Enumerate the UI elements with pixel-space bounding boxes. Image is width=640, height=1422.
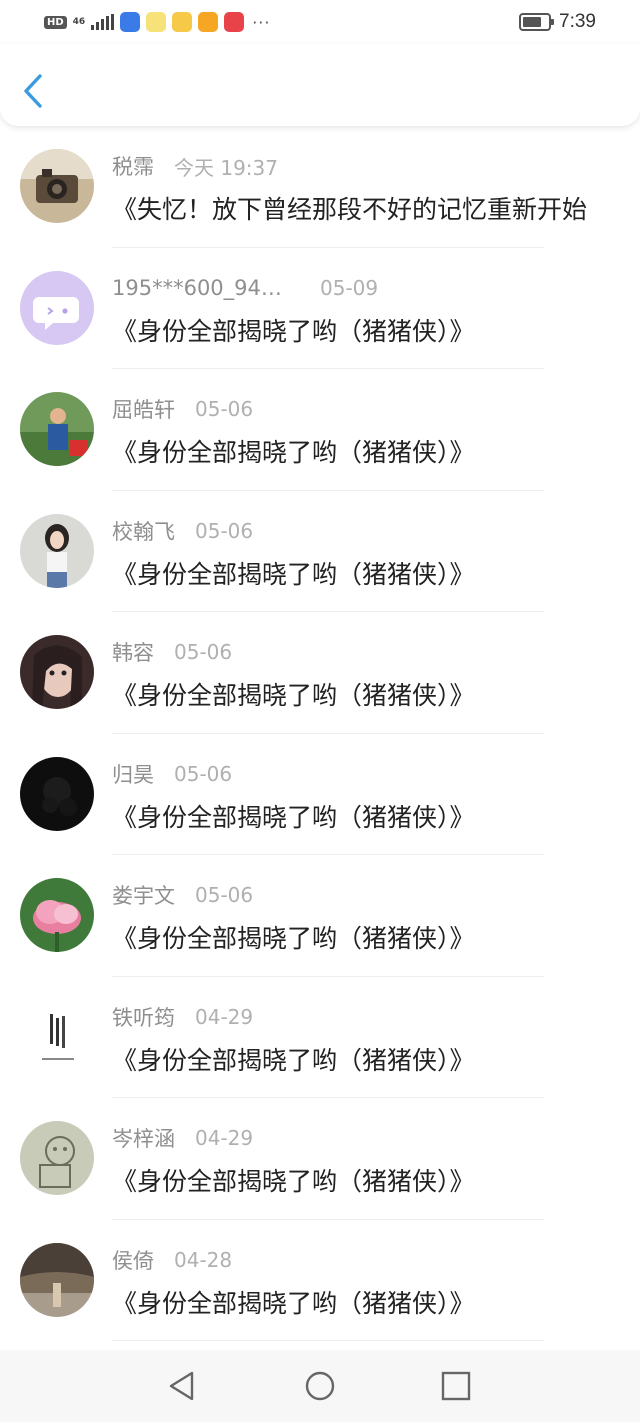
comment-time: 今天 19:37 bbox=[174, 155, 278, 180]
comment-time: 05-06 bbox=[174, 640, 233, 664]
user-name: 岑梓涵 bbox=[112, 1127, 175, 1151]
list-item[interactable]: 校翰飞 05-06 《身份全部揭晓了哟（猪猪侠）》 bbox=[0, 491, 640, 613]
avatar[interactable] bbox=[20, 756, 94, 831]
list-item[interactable]: 铁听筠 04-29 《身份全部揭晓了哟（猪猪侠）》 bbox=[0, 977, 640, 1099]
comment-title: 《身份全部揭晓了哟（猪猪侠）》 bbox=[112, 438, 475, 467]
comment-time: 04-29 bbox=[195, 1004, 254, 1029]
user-name: 校翰飞 bbox=[112, 519, 175, 544]
square-recents-icon bbox=[441, 1371, 471, 1401]
system-back-button[interactable] bbox=[166, 1370, 198, 1402]
user-name: 韩容 bbox=[112, 641, 154, 665]
comment-title: 《身份全部揭晓了哟（猪猪侠）》 bbox=[112, 1288, 475, 1318]
comment-meta: 侯倚 04-28 bbox=[112, 1246, 232, 1274]
status-bar: HD 46 ··· 7:39 bbox=[0, 0, 640, 44]
app-notification-icon bbox=[146, 12, 167, 32]
signal-icon bbox=[91, 14, 115, 30]
comment-meta: 岑梓涵 04-29 bbox=[112, 1124, 253, 1152]
avatar[interactable] bbox=[20, 635, 94, 709]
comment-time: 05-09 bbox=[320, 275, 379, 300]
comment-title: 《身份全部揭晓了哟（猪猪侠）》 bbox=[112, 1167, 475, 1196]
comment-meta: 校翰飞 05-06 bbox=[112, 517, 253, 545]
comment-time: 04-29 bbox=[195, 1126, 254, 1150]
comment-meta: 归昊 05-06 bbox=[112, 760, 232, 788]
comment-time: 05-06 bbox=[195, 518, 254, 543]
clock: 7:39 bbox=[559, 11, 596, 32]
comment-title: 《身份全部揭晓了哟（猪猪侠）》 bbox=[112, 681, 475, 710]
user-name: 侯倚 bbox=[112, 1248, 154, 1273]
avatar[interactable] bbox=[20, 149, 94, 223]
comment-time: 05-06 bbox=[195, 883, 254, 907]
system-recents-button[interactable] bbox=[440, 1370, 472, 1402]
chevron-left-icon bbox=[24, 74, 42, 108]
more-notifications-icon: ··· bbox=[252, 12, 271, 32]
system-home-button[interactable] bbox=[304, 1370, 336, 1402]
avatar[interactable] bbox=[20, 513, 94, 588]
triangle-back-icon bbox=[169, 1371, 194, 1401]
comment-title: 《身份全部揭晓了哟（猪猪侠）》 bbox=[112, 924, 475, 953]
app-notification-icon bbox=[120, 12, 141, 32]
avatar[interactable] bbox=[20, 1242, 94, 1317]
weibo-icon bbox=[172, 12, 193, 32]
list-item[interactable]: 归昊 05-06 《身份全部揭晓了哟（猪猪侠）》 bbox=[0, 734, 640, 856]
list-item[interactable]: 侯倚 04-28 《身份全部揭晓了哟（猪猪侠）》 bbox=[0, 1220, 640, 1342]
list-item[interactable]: 屈皓轩 05-06 《身份全部揭晓了哟（猪猪侠）》 bbox=[0, 369, 640, 491]
user-name: 195***600_944... bbox=[112, 275, 292, 300]
circle-home-icon bbox=[305, 1371, 335, 1401]
back-button[interactable] bbox=[18, 70, 52, 112]
app-notification-icon bbox=[224, 12, 245, 32]
list-item[interactable]: 岑梓涵 04-29 《身份全部揭晓了哟（猪猪侠）》 bbox=[0, 1098, 640, 1220]
user-name: 铁听筠 bbox=[112, 1005, 175, 1030]
status-left: HD 46 ··· bbox=[44, 10, 270, 34]
comment-meta: 屈皓轩 05-06 bbox=[112, 395, 253, 423]
comment-meta: 税霈 今天 19:37 bbox=[112, 152, 278, 180]
network-type: 46 bbox=[72, 16, 86, 27]
avatar[interactable] bbox=[20, 1121, 94, 1195]
comment-list: 税霈 今天 19:37 《失忆！放下曾经那段不好的记忆重新开始 195***60… bbox=[0, 126, 640, 1341]
comment-time: 05-06 bbox=[195, 397, 254, 421]
comment-time: 04-28 bbox=[174, 1247, 233, 1272]
user-name: 屈皓轩 bbox=[112, 398, 175, 422]
comment-title: 《失忆！放下曾经那段不好的记忆重新开始 bbox=[112, 195, 588, 224]
battery-icon bbox=[519, 13, 555, 31]
hd-badge: HD bbox=[44, 15, 67, 29]
comment-title: 《身份全部揭晓了哟（猪猪侠）》 bbox=[112, 802, 475, 832]
comment-meta: 娄宇文 05-06 bbox=[112, 881, 253, 909]
comment-title: 《身份全部揭晓了哟（猪猪侠）》 bbox=[112, 316, 475, 346]
comment-title: 《身份全部揭晓了哟（猪猪侠）》 bbox=[112, 559, 475, 589]
avatar[interactable] bbox=[20, 999, 94, 1074]
comment-time: 05-06 bbox=[174, 761, 233, 786]
user-name: 归昊 bbox=[112, 762, 154, 787]
list-item[interactable]: 税霈 今天 19:37 《失忆！放下曾经那段不好的记忆重新开始 bbox=[0, 126, 640, 248]
list-item[interactable]: 195***600_944... 05-09 《身份全部揭晓了哟（猪猪侠）》 bbox=[0, 248, 640, 370]
list-item[interactable]: 韩容 05-06 《身份全部揭晓了哟（猪猪侠）》 bbox=[0, 612, 640, 734]
comment-meta: 195***600_944... 05-09 bbox=[112, 274, 378, 302]
comment-meta: 韩容 05-06 bbox=[112, 638, 232, 666]
system-navigation-bar bbox=[0, 1350, 640, 1422]
list-item[interactable]: 娄宇文 05-06 《身份全部揭晓了哟（猪猪侠）》 bbox=[0, 855, 640, 977]
top-nav-bar bbox=[0, 44, 640, 126]
avatar[interactable] bbox=[20, 878, 94, 952]
avatar[interactable] bbox=[20, 392, 94, 466]
avatar[interactable] bbox=[20, 270, 94, 345]
user-name: 税霈 bbox=[112, 155, 154, 179]
comment-title: 《身份全部揭晓了哟（猪猪侠）》 bbox=[112, 1045, 475, 1075]
status-right: 7:39 bbox=[519, 10, 596, 34]
video-app-icon bbox=[198, 12, 219, 32]
comment-meta: 铁听筠 04-29 bbox=[112, 1003, 253, 1031]
user-name: 娄宇文 bbox=[112, 884, 175, 908]
